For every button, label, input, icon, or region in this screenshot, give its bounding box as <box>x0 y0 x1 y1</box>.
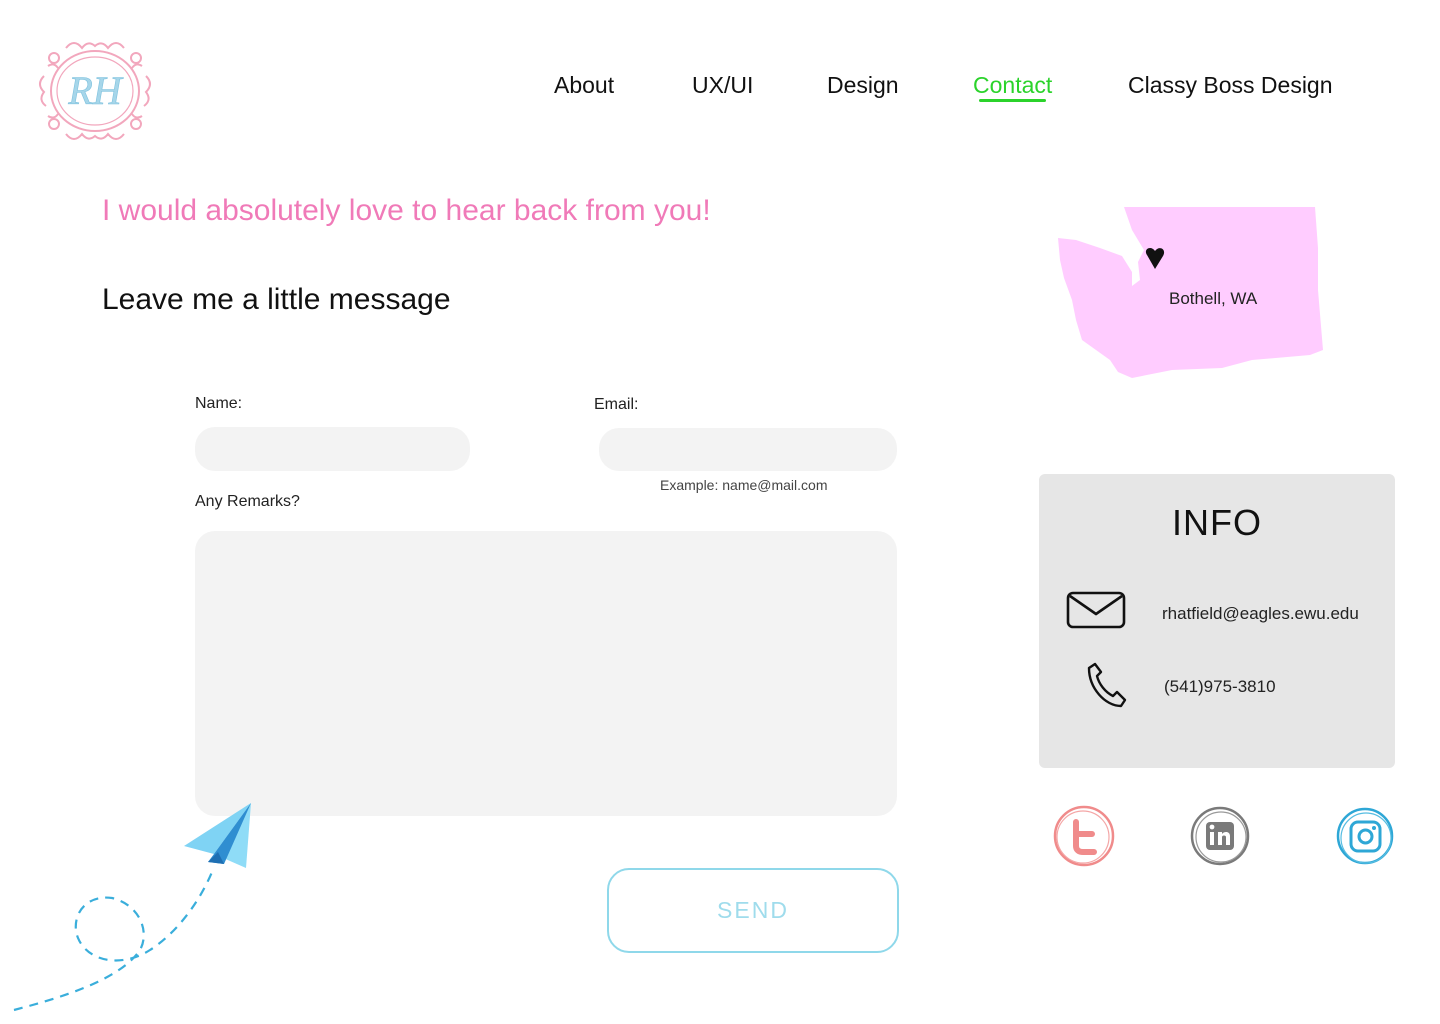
mail-icon <box>1066 591 1126 629</box>
name-input[interactable] <box>195 427 470 471</box>
map-location-label: Bothell, WA <box>1169 289 1258 308</box>
logo-monogram: RH <box>67 68 123 113</box>
nav-ux-ui[interactable]: UX/UI <box>692 72 753 99</box>
phone-icon <box>1087 662 1127 708</box>
info-card: INFO rhatfield@eagles.ewu.edu (541)975-3… <box>1039 474 1395 768</box>
form-heading: Leave me a little message <box>102 283 451 316</box>
linkedin-icon[interactable] <box>1188 804 1252 868</box>
info-title: INFO <box>1172 502 1262 543</box>
email-label: Email: <box>594 396 639 413</box>
nav-design[interactable]: Design <box>827 72 899 99</box>
email-hint: Example: name@mail.com <box>660 477 828 493</box>
name-label: Name: <box>195 395 243 412</box>
nav-about[interactable]: About <box>554 72 614 99</box>
phone-link[interactable]: (541)975-3810 <box>1164 677 1276 697</box>
remarks-label: Any Remarks? <box>195 493 300 510</box>
nav-contact[interactable]: Contact <box>973 72 1052 102</box>
instagram-icon[interactable] <box>1334 805 1398 869</box>
remarks-textarea[interactable] <box>195 531 897 816</box>
page-headline: I would absolutely love to hear back fro… <box>102 194 711 227</box>
email-input[interactable] <box>599 428 897 471</box>
twitter-icon[interactable] <box>1052 804 1116 868</box>
logo[interactable]: RH <box>36 36 154 142</box>
paper-plane-icon <box>13 803 251 1012</box>
nav-classy-boss-design[interactable]: Classy Boss Design <box>1128 72 1333 99</box>
send-button[interactable]: SEND <box>607 868 899 953</box>
email-link[interactable]: rhatfield@eagles.ewu.edu <box>1162 604 1359 624</box>
